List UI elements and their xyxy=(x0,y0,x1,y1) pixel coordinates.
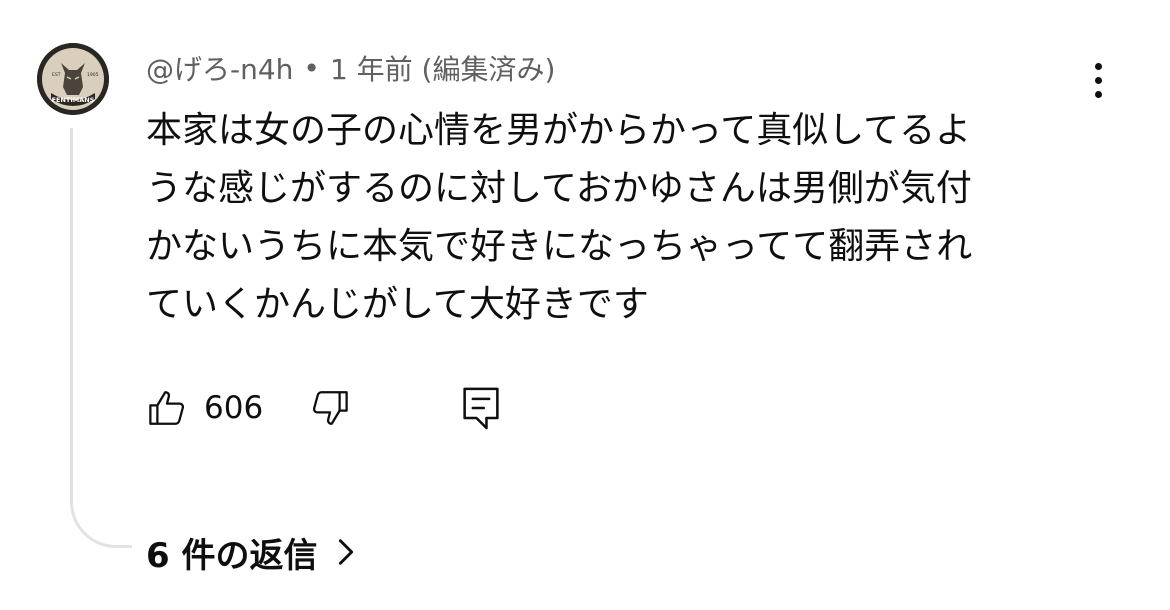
replies-count-label: 6 件の返信 xyxy=(146,535,318,576)
like-count: 606 xyxy=(204,390,264,426)
comment-icon xyxy=(463,387,499,430)
dislike-button[interactable] xyxy=(309,387,351,429)
author-name[interactable]: @げろ-n4h xyxy=(146,48,293,88)
comment-header: @げろ-n4h • 1 年前 (編集済み) xyxy=(146,48,555,88)
comment-timestamp[interactable]: 1 年前 (編集済み) xyxy=(330,48,555,88)
meta-separator: • xyxy=(303,51,320,85)
thumb-up-icon xyxy=(149,391,185,425)
chevron-right-icon xyxy=(336,537,356,567)
thread-connector-line xyxy=(70,128,132,548)
avatar-year-text: 1905 xyxy=(87,72,99,78)
comment-thread: FENTIMANS EST 1905 @げろ-n4h • 1 年前 (編集済み)… xyxy=(0,0,1170,610)
more-actions-button[interactable] xyxy=(1078,55,1118,105)
more-vert-icon-dot xyxy=(1094,90,1102,98)
comment-text: 本家は女の子の心情を男がからかって真似してるよ うな感じがするのに対しておかゆさ… xyxy=(146,110,973,325)
view-replies-button[interactable]: 6 件の返信 xyxy=(146,526,356,578)
more-vert-icon-dot xyxy=(1094,76,1102,84)
more-vert-icon-dot xyxy=(1094,62,1102,70)
avatar-est-text: EST xyxy=(52,72,61,78)
like-button[interactable] xyxy=(146,387,188,429)
avatar-image: FENTIMANS EST 1905 xyxy=(37,43,109,115)
avatar[interactable]: FENTIMANS EST 1905 xyxy=(37,43,109,115)
reply-button[interactable] xyxy=(461,385,501,431)
avatar-brand-text: FENTIMANS xyxy=(52,96,95,104)
thumb-down-icon xyxy=(313,391,348,425)
comment-action-bar: 606 xyxy=(146,380,501,436)
